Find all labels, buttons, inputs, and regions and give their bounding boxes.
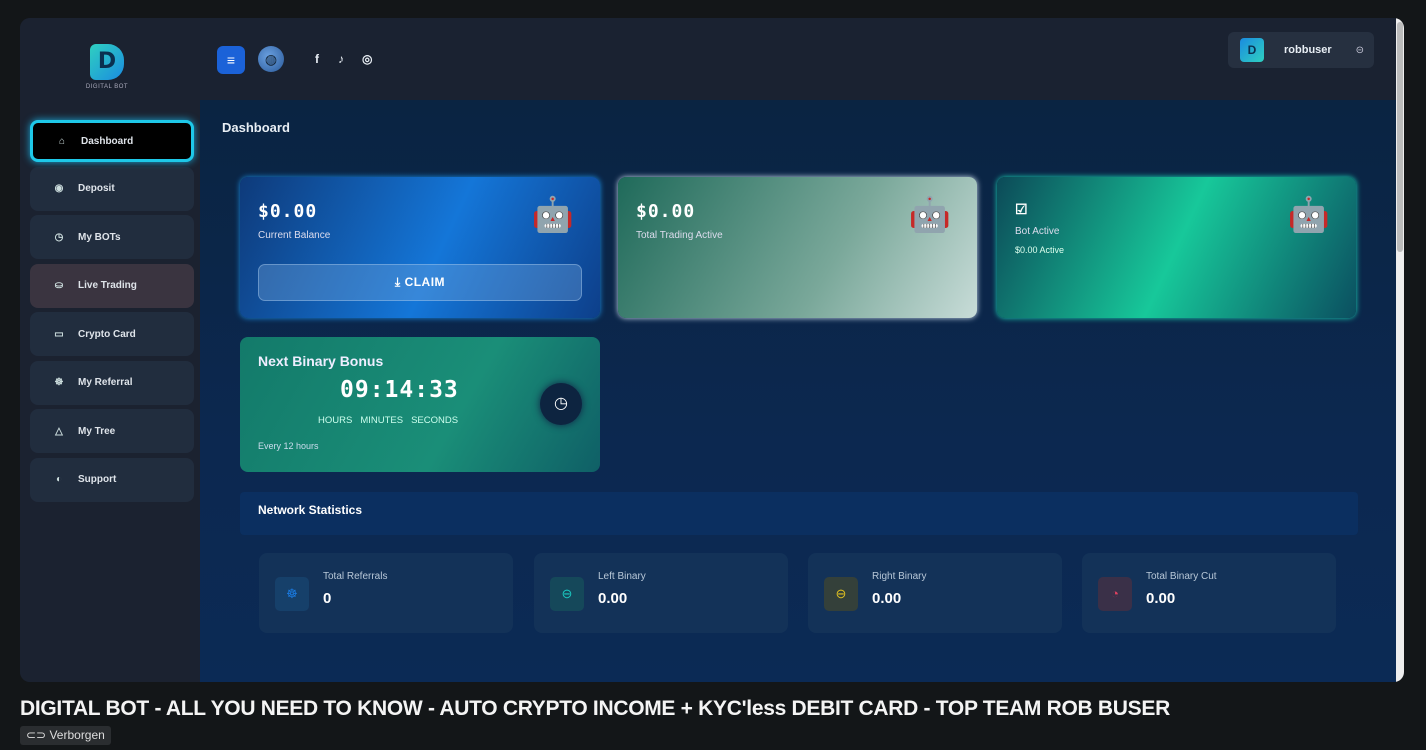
stat-label: Left Binary: [598, 571, 646, 582]
stat-value: 0.00: [1146, 590, 1176, 607]
stat-value: 0.00: [872, 590, 902, 607]
bot-active-card: ☑ Bot Active $0.00 Active 🤖: [997, 177, 1356, 318]
sidebar-item-label: Live Trading: [78, 280, 137, 291]
binary-interval-note: Every 12 hours: [258, 441, 319, 451]
unit-minutes: MINUTES: [360, 415, 404, 426]
main-content: Dashboard $0.00 Current Balance 🤖 ⤓ CLAI…: [200, 100, 1396, 682]
stat-total-referrals: ☸ Total Referrals 0: [259, 553, 513, 633]
deposit-icon: ◉: [54, 183, 64, 194]
visibility-label: Verborgen: [49, 728, 105, 742]
topbar: ≡ ◍ f ♪ ◎ Drobbuser ⊝: [200, 18, 1396, 100]
support-icon: ◐: [55, 474, 63, 485]
countdown-timer: 09:14:33: [340, 377, 459, 403]
stat-label: Total Binary Cut: [1146, 571, 1217, 582]
instagram-icon[interactable]: ◎: [362, 52, 372, 66]
claim-label: CLAIM: [404, 275, 446, 289]
right-binary-icon: ⊖: [824, 577, 858, 611]
binary-cut-icon: ◔: [1098, 577, 1132, 611]
scrollbar[interactable]: [1396, 18, 1404, 682]
tiktok-icon[interactable]: ♪: [338, 52, 344, 66]
sidebar-item-support[interactable]: ◐ Support: [30, 457, 194, 502]
stat-left-binary: ⊖ Left Binary 0.00: [534, 553, 788, 633]
chevron-down-icon: ⊝: [1355, 44, 1364, 56]
sidebar-nav: ⌂ Dashboard ◉ Deposit ◷ My BOTs ⛀ Live Tradi…: [30, 120, 194, 506]
download-icon: ⤓: [394, 275, 405, 289]
video-frame[interactable]: D DIGITAL BOT ⌂ Dashboard ◉ Deposit ◷ My BOT…: [20, 18, 1404, 682]
robot-icon: 🤖: [1287, 196, 1330, 234]
stat-label: Total Referrals: [323, 571, 388, 582]
stat-value: 0: [323, 590, 332, 607]
trading-card: $0.00 Total Trading Active 🤖: [618, 177, 977, 318]
sidebar-item-label: My Referral: [78, 377, 133, 388]
clock-icon: ◷: [54, 231, 64, 243]
scrollbar-thumb[interactable]: [1397, 22, 1403, 252]
page-title: Dashboard: [222, 120, 290, 135]
robot-icon: 🤖: [531, 196, 574, 234]
stat-total-binary-cut: ◔ Total Binary Cut 0.00: [1082, 553, 1336, 633]
unit-seconds: SECONDS: [411, 415, 459, 426]
trading-icon: ⛀: [54, 280, 64, 291]
sidebar-item-label: My BOTs: [78, 231, 121, 243]
menu-button[interactable]: ≡: [217, 46, 245, 74]
card-icon: ▭: [54, 328, 64, 340]
sidebar-item-label: My Tree: [78, 425, 116, 437]
avatar: D: [1240, 38, 1264, 62]
sidebar: D DIGITAL BOT ⌂ Dashboard ◉ Deposit ◷ My BOT…: [20, 18, 200, 682]
globe-icon[interactable]: ◍: [258, 46, 284, 72]
sidebar-item-crypto-card[interactable]: ▭ Crypto Card: [30, 312, 194, 356]
stat-value: 0.00: [598, 590, 628, 607]
left-binary-icon: ⊖: [550, 577, 584, 611]
visibility-badge: ⊂⊃ Verborgen: [20, 726, 111, 745]
home-icon: ⌂: [58, 135, 66, 147]
facebook-icon[interactable]: f: [315, 52, 319, 66]
clock-icon: ◷: [540, 383, 582, 425]
sidebar-item-label: Crypto Card: [78, 328, 136, 340]
video-title: DIGITAL BOT - ALL YOU NEED TO KNOW - AUT…: [20, 697, 1170, 720]
sidebar-item-my-bots[interactable]: ◷ My BOTs: [30, 215, 194, 259]
stat-right-binary: ⊖ Right Binary 0.00: [808, 553, 1062, 633]
username: robbuser: [1284, 44, 1332, 56]
logo-mark-icon: D: [90, 44, 124, 80]
sidebar-item-dashboard[interactable]: ⌂ Dashboard: [30, 120, 194, 162]
stat-label: Right Binary: [872, 571, 927, 582]
balance-card: $0.00 Current Balance 🤖 ⤓ CLAIM: [240, 177, 600, 318]
sidebar-item-live-trading[interactable]: ⛀ Live Trading: [30, 263, 194, 308]
unit-hours: HOURS: [318, 415, 353, 426]
claim-button[interactable]: ⤓ CLAIM: [258, 264, 582, 301]
sidebar-item-deposit[interactable]: ◉ Deposit: [30, 166, 194, 211]
referral-icon: ☸: [54, 377, 64, 388]
logo-text: DIGITAL BOT: [85, 84, 129, 90]
sidebar-item-my-referral[interactable]: ☸ My Referral: [30, 360, 194, 405]
logo[interactable]: D DIGITAL BOT: [82, 34, 132, 106]
user-menu[interactable]: Drobbuser ⊝: [1228, 32, 1374, 68]
sidebar-item-my-tree[interactable]: △ My Tree: [30, 409, 194, 453]
tree-icon: △: [55, 425, 63, 437]
sidebar-item-label: Support: [78, 474, 117, 485]
bot-active-amount: $0.00 Active: [1015, 245, 1065, 255]
binary-bonus-card: Next Binary Bonus 09:14:33 HOURS MINUTES S…: [240, 337, 600, 472]
robot-icon: 🤖: [908, 196, 951, 234]
binary-bonus-title: Next Binary Bonus: [258, 353, 384, 369]
network-statistics-header: Network Statistics: [240, 492, 1358, 535]
link-icon: ⊂⊃: [26, 728, 50, 742]
sidebar-item-label: Dashboard: [81, 135, 134, 147]
sidebar-item-label: Deposit: [78, 183, 115, 194]
timer-units: HOURS MINUTES SECONDS: [318, 415, 466, 426]
referrals-icon: ☸: [275, 577, 309, 611]
